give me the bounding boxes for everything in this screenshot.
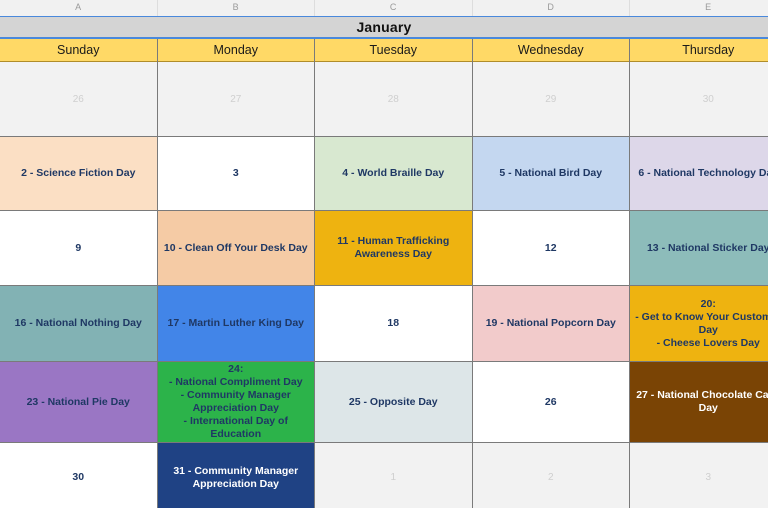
calendar-week-row: 30 31 - Community Manager Appreciation Da… [0, 443, 768, 508]
calendar-day-cell[interactable]: 31 - Community Manager Appreciation Day [157, 443, 315, 508]
calendar-day-cell[interactable]: 13 - National Sticker Day [630, 211, 768, 285]
calendar-day-cell[interactable]: 27 - National Chocolate Cake Day [630, 362, 768, 442]
calendar-day-cell[interactable]: 12 [472, 211, 630, 285]
column-header-a[interactable]: A [0, 0, 158, 16]
weekday-header-thursday[interactable]: Thursday [630, 39, 768, 62]
calendar-week-row: 23 - National Pie Day 24: - National Comp… [0, 362, 768, 443]
calendar-week-row: 2 - Science Fiction Day 3 4 - World Braill… [0, 137, 768, 211]
column-header-row: ABCDE [0, 0, 768, 16]
weekday-header-monday[interactable]: Monday [158, 39, 315, 62]
calendar-day-label: 29 [545, 93, 557, 105]
calendar-day-cell[interactable]: 1 [315, 443, 473, 508]
calendar-day-label: 2 [547, 472, 554, 483]
weekday-header-wednesday[interactable]: Wednesday [473, 39, 630, 62]
calendar-day-cell[interactable]: 30 [0, 443, 158, 508]
column-header-e[interactable]: E [630, 0, 768, 16]
spreadsheet-calendar: ABCDE January Sunday Monday Tuesday Wednesd… [0, 0, 768, 508]
calendar-day-label: 12 [544, 241, 557, 254]
calendar-day-label: 27 [230, 93, 242, 105]
calendar-day-label: 5 - National Bird Day [499, 167, 603, 179]
calendar-day-label: 31 - Community Manager Appreciation Day [173, 464, 299, 490]
calendar-day-label: 16 - National Nothing Day [14, 317, 142, 329]
calendar-body: 26 27 28 29 30 2 - Science Fiction Day 3 4 - Wo… [0, 62, 768, 508]
calendar-day-label: 26 [72, 93, 84, 105]
calendar-day-label: 6 - National Technology Day [638, 167, 768, 179]
calendar-day-label: 3 [705, 472, 712, 483]
calendar-day-cell[interactable]: 19 - National Popcorn Day [472, 286, 630, 361]
calendar-day-cell[interactable]: 16 - National Nothing Day [0, 286, 158, 361]
calendar-day-label: 25 - Opposite Day [348, 395, 438, 408]
calendar-day-label: 1 [390, 472, 397, 483]
calendar-day-cell[interactable]: 3 [157, 137, 315, 210]
calendar-day-cell[interactable]: 18 [315, 286, 473, 361]
calendar-day-cell[interactable]: 27 [157, 62, 315, 136]
column-header-d[interactable]: D [472, 0, 630, 16]
calendar-day-label: 20: - Get to Know Your Customer Day - Ch… [635, 297, 768, 349]
calendar-day-cell[interactable]: 25 - Opposite Day [315, 362, 473, 442]
calendar-day-cell[interactable]: 4 - World Braille Day [315, 137, 473, 210]
calendar-day-cell[interactable]: 11 - Human Trafficking Awareness Day [315, 211, 473, 285]
calendar-day-label: 30 [72, 471, 85, 483]
calendar-day-cell[interactable]: 17 - Martin Luther King Day [157, 286, 315, 361]
calendar-day-label: 17 - Martin Luther King Day [167, 317, 304, 329]
calendar-day-label: 9 [75, 241, 82, 254]
calendar-day-cell[interactable]: 26 [472, 362, 630, 442]
weekday-header-tuesday[interactable]: Tuesday [315, 39, 473, 62]
calendar-day-cell[interactable]: 23 - National Pie Day [0, 362, 158, 442]
calendar-day-cell[interactable]: 2 - Science Fiction Day [0, 137, 158, 210]
calendar-day-cell[interactable]: 5 - National Bird Day [472, 137, 630, 210]
month-title-cell[interactable]: January [0, 16, 768, 39]
calendar-day-label: 24: - National Compliment Day - Communit… [168, 363, 303, 440]
calendar-day-cell[interactable]: 24: - National Compliment Day - Communit… [157, 362, 315, 442]
calendar-week-row: 9 10 - Clean Off Your Desk Day 11 - Human … [0, 211, 768, 286]
calendar-day-label: 27 - National Chocolate Cake Day [636, 389, 768, 414]
calendar-day-cell[interactable]: 9 [0, 211, 158, 285]
calendar-day-cell[interactable]: 20: - Get to Know Your Customer Day - Ch… [630, 286, 768, 361]
calendar-day-label: 30 [702, 93, 714, 105]
calendar-day-label: 3 [232, 167, 239, 179]
calendar-day-label: 28 [387, 93, 399, 105]
calendar-day-label: 18 [387, 317, 400, 329]
calendar-day-cell[interactable]: 6 - National Technology Day [630, 137, 768, 210]
calendar-day-label: 11 - Human Trafficking Awareness Day [337, 235, 450, 260]
calendar-week-row: 26 27 28 29 30 [0, 62, 768, 137]
column-header-b[interactable]: B [157, 0, 315, 16]
weekday-header-sunday[interactable]: Sunday [0, 39, 158, 62]
calendar-day-cell[interactable]: 26 [0, 62, 158, 136]
calendar-day-label: 4 - World Braille Day [342, 167, 445, 179]
calendar-day-label: 10 - Clean Off Your Desk Day [163, 241, 308, 254]
calendar-day-cell[interactable]: 28 [315, 62, 473, 136]
calendar-day-label: 23 - National Pie Day [26, 395, 130, 408]
calendar-day-label: 13 - National Sticker Day [646, 241, 768, 254]
calendar-day-label: 19 - National Popcorn Day [485, 317, 616, 329]
weekday-header-row: Sunday Monday Tuesday Wednesday Thursday [0, 39, 768, 62]
calendar-day-cell[interactable]: 10 - Clean Off Your Desk Day [157, 211, 315, 285]
calendar-day-cell[interactable]: 2 [472, 443, 630, 508]
calendar-week-row: 16 - National Nothing Day 17 - Martin Lut… [0, 286, 768, 362]
page-title: January [356, 19, 412, 35]
calendar-day-cell[interactable]: 29 [472, 62, 630, 136]
column-header-c[interactable]: C [315, 0, 473, 16]
calendar-day-label: 2 - Science Fiction Day [21, 167, 136, 179]
calendar-day-cell[interactable]: 30 [630, 62, 768, 136]
calendar-day-cell[interactable]: 3 [630, 443, 768, 508]
calendar-day-label: 26 [544, 395, 557, 408]
